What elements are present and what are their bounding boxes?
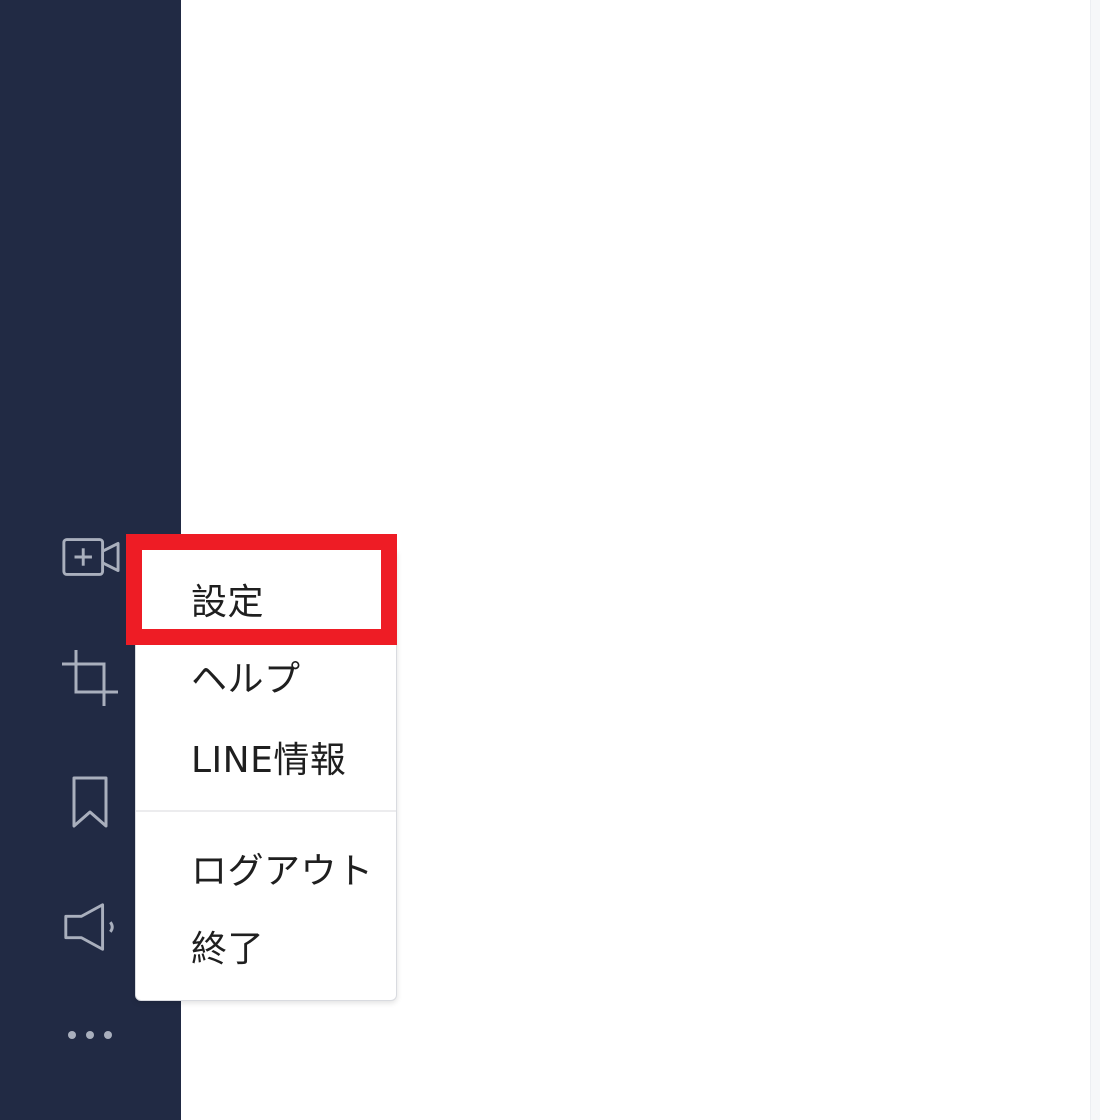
menu-item-logout[interactable]: ログアウト bbox=[136, 830, 396, 906]
crop-icon[interactable] bbox=[60, 648, 120, 708]
menu-item-line-info[interactable]: LINE情報 bbox=[136, 719, 396, 795]
menu-item-exit[interactable]: 終了 bbox=[136, 908, 396, 984]
more-menu: 設定 ヘルプ LINE情報 ログアウト 終了 bbox=[135, 548, 397, 1001]
app-window: 設定 ヘルプ LINE情報 ログアウト 終了 bbox=[0, 0, 1100, 1120]
speaker-icon[interactable] bbox=[60, 897, 120, 957]
bookmark-icon[interactable] bbox=[60, 772, 120, 832]
menu-item-help[interactable]: ヘルプ bbox=[136, 638, 396, 714]
menu-divider bbox=[136, 810, 396, 812]
window-right-edge bbox=[1090, 0, 1100, 1120]
menu-item-settings[interactable]: 設定 bbox=[136, 561, 396, 637]
more-icon[interactable] bbox=[60, 1005, 120, 1065]
add-video-call-icon[interactable] bbox=[60, 527, 120, 587]
